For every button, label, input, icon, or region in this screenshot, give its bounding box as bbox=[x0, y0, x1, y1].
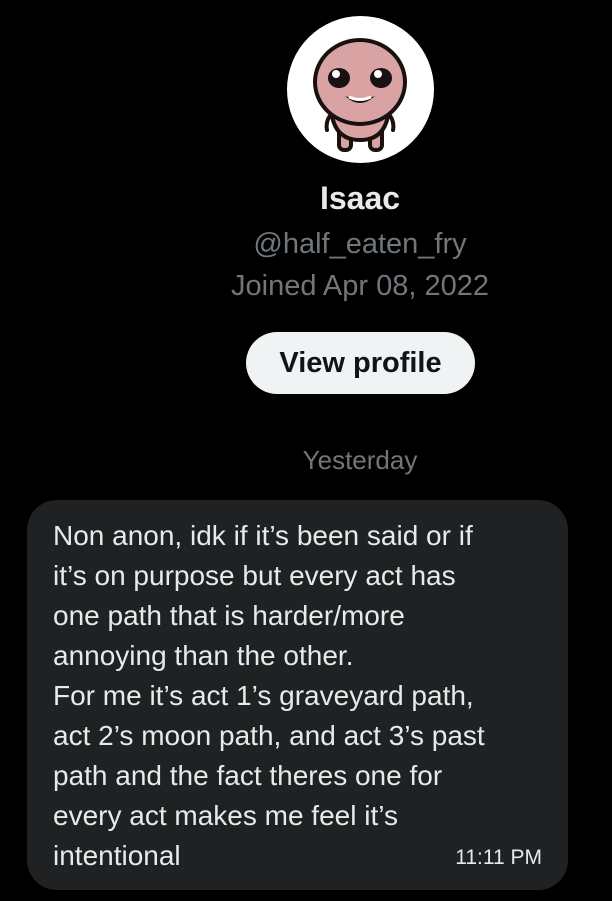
message-line: annoying than the other. bbox=[53, 640, 354, 671]
profile-handle: @half_eaten_fry bbox=[253, 228, 467, 260]
profile-display-name: Isaac bbox=[319, 180, 401, 216]
dm-conversation-screen: Isaac @half_eaten_fry Joined Apr 08, 202… bbox=[0, 0, 612, 901]
message-line: For me it’s act 1’s graveyard path, bbox=[53, 680, 474, 711]
message-bubble[interactable]: Non anon, idk if it’s been said or if it… bbox=[27, 500, 568, 890]
profile-joined-date: Joined Apr 08, 2022 bbox=[231, 270, 489, 302]
cartoon-character-avatar-icon bbox=[313, 38, 407, 152]
message-line: Non anon, idk if it’s been said or if bbox=[53, 520, 473, 551]
view-profile-button[interactable]: View profile bbox=[246, 332, 475, 394]
message-line: act 2’s moon path, and act 3’s past bbox=[53, 720, 485, 751]
message-line: it’s on purpose but every act has bbox=[53, 560, 456, 591]
message-line: one path that is harder/more bbox=[53, 600, 405, 631]
message-text: Non anon, idk if it’s been said or if it… bbox=[53, 516, 553, 876]
avatar[interactable] bbox=[287, 16, 434, 163]
message-line: path and the fact theres one for bbox=[53, 760, 443, 791]
message-line: every act makes me feel it’s bbox=[53, 800, 398, 831]
date-separator: Yesterday bbox=[302, 445, 418, 475]
message-timestamp: 11:11 PM bbox=[455, 846, 542, 869]
